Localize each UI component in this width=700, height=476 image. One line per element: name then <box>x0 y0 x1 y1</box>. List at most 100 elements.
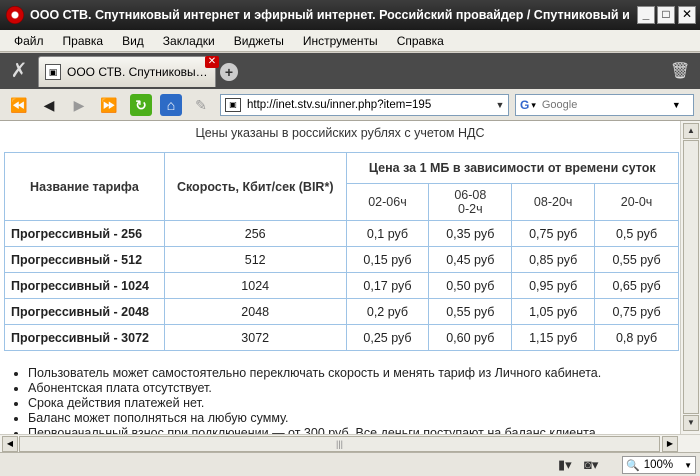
tariff-price: 0,45 руб <box>428 246 513 273</box>
navigation-bar: ⏪ ◀ ▶ ⏩ ↻ ⌂ ✎ ▣ http://inet.stv.su/inner… <box>0 89 700 121</box>
tools-wrench-icon[interactable]: ✗ <box>4 57 34 85</box>
tariff-table: Название тарифа Скорость, Кбит/сек (BIR*… <box>4 152 680 351</box>
search-box[interactable]: G ▾ ▼ <box>515 94 694 116</box>
list-item: Пользователь может самостоятельно перекл… <box>28 366 601 380</box>
header-tariff-name: Название тарифа <box>4 152 165 221</box>
vertical-scrollbar[interactable]: ▲ ▼ <box>680 121 700 434</box>
tariff-price: 0,17 руб <box>345 272 430 299</box>
status-bar: ▮▾ ◙▾ 🔍 100% ▼ <box>0 452 700 476</box>
tariff-price: 0,75 руб <box>594 298 679 325</box>
time-slot-4: 20-0ч <box>594 183 679 221</box>
scroll-right-icon[interactable]: ▶ <box>662 436 678 452</box>
tab-bar: ✗ ▣ ООО СТВ. Спутниковы… ✕ + 🗑 <box>0 53 700 89</box>
menu-widgets[interactable]: Виджеты <box>234 34 284 48</box>
table-row: Прогрессивный - 2048 2048 0,2 руб 0,55 р… <box>4 298 679 325</box>
tariff-price: 0,55 руб <box>428 298 513 325</box>
tariff-price: 0,65 руб <box>594 272 679 299</box>
time-slot-3: 08-20ч <box>511 183 596 221</box>
tariff-price: 0,35 руб <box>428 220 513 247</box>
address-dropdown-icon[interactable]: ▼ <box>492 100 508 110</box>
tariff-speed: 2048 <box>163 298 347 325</box>
tariff-price: 0,85 руб <box>511 246 596 273</box>
scroll-left-icon[interactable]: ◀ <box>2 436 18 452</box>
title-bar: ООО СТВ. Спутниковый интернет и эфирный … <box>0 0 700 30</box>
home-icon[interactable]: ⌂ <box>160 94 182 116</box>
tariff-speed: 512 <box>163 246 347 273</box>
tariff-price: 0,55 руб <box>594 246 679 273</box>
reload-icon[interactable]: ↻ <box>130 94 152 116</box>
list-item: Абонентская плата отсутствует. <box>28 381 601 395</box>
table-row: Прогрессивный - 1024 1024 0,17 руб 0,50 … <box>4 272 679 299</box>
address-bar[interactable]: ▣ http://inet.stv.su/inner.php?item=195 … <box>220 94 509 116</box>
tariff-price: 0,2 руб <box>345 298 430 325</box>
tariff-speed: 3072 <box>163 324 347 351</box>
horizontal-scroll-thumb[interactable]: ||| <box>19 436 660 452</box>
fast-forward-icon[interactable]: ⏩ <box>98 94 120 116</box>
minimize-button[interactable]: _ <box>637 6 655 24</box>
back-arrow-icon[interactable]: ◀ <box>38 94 60 116</box>
zoom-dropdown-icon[interactable]: ▼ <box>684 461 692 470</box>
tariff-price: 1,05 руб <box>511 298 596 325</box>
tariff-price: 0,75 руб <box>511 220 596 247</box>
list-item: Срока действия платежей нет. <box>28 396 601 410</box>
tariff-name: Прогрессивный - 1024 <box>4 272 165 299</box>
tab-label: ООО СТВ. Спутниковы… <box>67 65 208 79</box>
zoom-value: 100% <box>643 459 674 471</box>
edit-pencil-icon[interactable]: ✎ <box>190 94 212 116</box>
header-price-group: Цена за 1 МБ в зависимости от времени су… <box>345 152 680 184</box>
forward-arrow-icon[interactable]: ▶ <box>68 94 90 116</box>
table-row: Прогрессивный - 256 256 0,1 руб 0,35 руб… <box>4 220 679 247</box>
new-tab-button[interactable]: + <box>220 63 238 81</box>
turbo-icon[interactable]: ▮▾ <box>558 457 572 473</box>
menu-tools[interactable]: Инструменты <box>303 34 378 48</box>
tariff-price: 0,8 руб <box>594 324 679 351</box>
conditions-list: Пользователь может самостоятельно перекл… <box>28 366 601 434</box>
menu-edit[interactable]: Правка <box>63 34 104 48</box>
menu-file[interactable]: Файл <box>14 34 44 48</box>
tariff-speed: 256 <box>163 220 347 247</box>
list-item: Первоначальный взнос при подключении — о… <box>28 426 601 434</box>
menu-bar: Файл Правка Вид Закладки Виджеты Инструм… <box>0 30 700 52</box>
camera-icon[interactable]: ◙▾ <box>584 457 598 473</box>
search-input[interactable] <box>541 99 672 111</box>
maximize-button[interactable]: □ <box>657 6 675 24</box>
site-favicon-icon: ▣ <box>45 64 61 80</box>
header-speed: Скорость, Кбит/сек (BIR*) <box>163 152 347 221</box>
table-row: Прогрессивный - 3072 3072 0,25 руб 0,60 … <box>4 324 679 351</box>
site-info-icon: ▣ <box>225 98 241 112</box>
magnifier-icon: 🔍 <box>626 459 640 472</box>
scroll-up-icon[interactable]: ▲ <box>683 123 699 139</box>
tariff-price: 0,50 руб <box>428 272 513 299</box>
tariff-price: 0,15 руб <box>345 246 430 273</box>
menu-help[interactable]: Справка <box>397 34 444 48</box>
time-slot-1: 02-06ч <box>345 183 430 221</box>
search-dropdown-icon[interactable]: ▼ <box>672 100 681 110</box>
list-item: Баланс может пополняться на любую сумму. <box>28 411 601 425</box>
tab-active[interactable]: ▣ ООО СТВ. Спутниковы… ✕ <box>38 56 219 87</box>
horizontal-scrollbar[interactable]: ◀ ||| ▶ <box>0 434 700 452</box>
vertical-scroll-thumb[interactable] <box>683 140 699 414</box>
tariff-price: 1,15 руб <box>511 324 596 351</box>
rewind-icon[interactable]: ⏪ <box>8 94 30 116</box>
tab-close-button[interactable]: ✕ <box>205 56 219 68</box>
price-note: Цены указаны в российских рублях с учето… <box>195 126 485 140</box>
tariff-name: Прогрессивный - 2048 <box>4 298 165 325</box>
tariff-price: 0,60 руб <box>428 324 513 351</box>
tariff-name: Прогрессивный - 256 <box>4 220 165 247</box>
tariff-price: 0,1 руб <box>345 220 430 247</box>
tariff-name: Прогрессивный - 512 <box>4 246 165 273</box>
window-title: ООО СТВ. Спутниковый интернет и эфирный … <box>30 8 630 22</box>
scroll-down-icon[interactable]: ▼ <box>683 415 699 431</box>
tariff-price: 0,25 руб <box>345 324 430 351</box>
address-url[interactable]: http://inet.stv.su/inner.php?item=195 <box>247 99 492 111</box>
trash-icon[interactable]: 🗑 <box>670 61 690 83</box>
table-row: Прогрессивный - 512 512 0,15 руб 0,45 ру… <box>4 246 679 273</box>
menu-view[interactable]: Вид <box>122 34 144 48</box>
menu-bookmarks[interactable]: Закладки <box>163 34 215 48</box>
search-engine-dropdown-icon[interactable]: ▾ <box>531 100 536 111</box>
opera-logo-icon <box>6 6 24 24</box>
zoom-control[interactable]: 🔍 100% ▼ <box>622 456 696 474</box>
time-slot-2: 06-08 0-2ч <box>428 183 513 221</box>
close-window-button[interactable]: ✕ <box>678 6 696 24</box>
tariff-price: 0,95 руб <box>511 272 596 299</box>
